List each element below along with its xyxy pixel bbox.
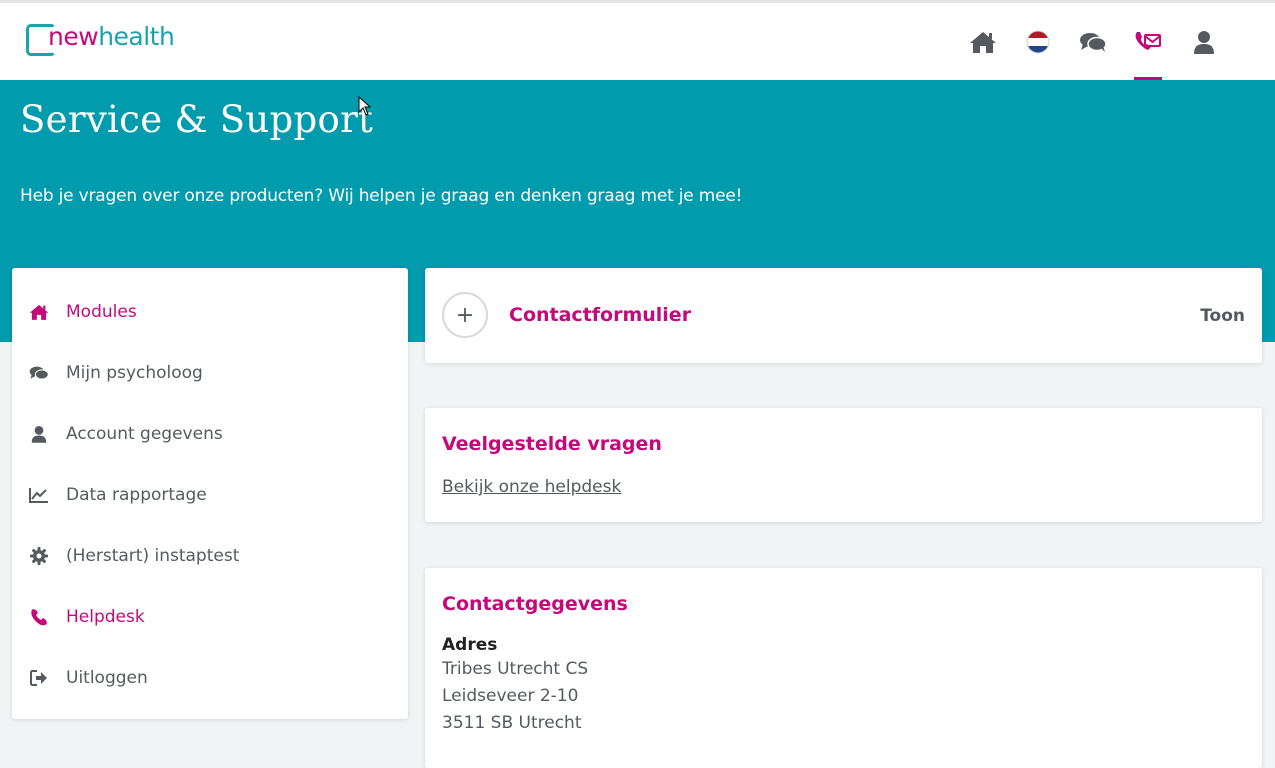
chat-icon[interactable] <box>1065 3 1121 80</box>
contact-form-title: Contactformulier <box>509 304 692 326</box>
contact-details-title: Contactgegevens <box>442 593 628 615</box>
sidebar-item-helpdesk[interactable]: Helpdesk <box>12 586 408 647</box>
page-subtitle: Heb je vragen over onze producten? Wij h… <box>20 186 743 206</box>
top-header: newhealth <box>0 3 1275 80</box>
user-icon <box>29 424 49 444</box>
sidebar-item-modules[interactable]: Modules <box>12 281 408 342</box>
show-toggle[interactable]: Toon <box>1200 306 1245 326</box>
phone-icon <box>29 607 49 627</box>
gear-icon <box>29 546 49 566</box>
logout-icon <box>29 668 49 688</box>
user-icon[interactable] <box>1176 3 1232 80</box>
chat-icon <box>29 363 49 383</box>
line-chart-icon <box>29 485 49 505</box>
sidebar-item-label: Data rapportage <box>66 484 207 505</box>
sidebar-item-label: Helpdesk <box>66 606 145 627</box>
faq-card: Veelgestelde vragen Bekijk onze helpdesk <box>425 408 1262 522</box>
sidebar-item-uitloggen[interactable]: Uitloggen <box>12 647 408 708</box>
sidebar-item-data-rapportage[interactable]: Data rapportage <box>12 464 408 525</box>
faq-title: Veelgestelde vragen <box>442 433 662 455</box>
mouse-cursor-icon <box>358 96 372 116</box>
helpdesk-link[interactable]: Bekijk onze helpdesk <box>442 477 621 497</box>
sidebar-item-account-gegevens[interactable]: Account gegevens <box>12 403 408 464</box>
sidebar-item-label: Mijn psycholoog <box>66 362 203 383</box>
sidebar-item-label: (Herstart) instaptest <box>66 545 240 566</box>
page-title: Service & Support <box>20 98 374 141</box>
logo-wordmark: newhealth <box>48 22 175 51</box>
address-line: Tribes Utrecht CS <box>442 659 589 679</box>
contact-details-card: Contactgegevens Adres Tribes Utrecht CS … <box>425 568 1262 768</box>
header-nav <box>955 3 1275 80</box>
contact-form-card[interactable]: + Contactformulier Toon <box>425 268 1262 363</box>
support-mail-icon[interactable] <box>1120 3 1176 80</box>
sidebar-item-label: Account gegevens <box>66 423 223 444</box>
sidebar-item-herstart-instaptest[interactable]: (Herstart) instaptest <box>12 525 408 586</box>
sidebar-item-label: Uitloggen <box>66 667 148 688</box>
newhealth-logo[interactable]: newhealth <box>26 22 186 62</box>
home-icon <box>29 302 49 322</box>
sidebar-menu: Modules Mijn psycholoog Account gegevens… <box>12 268 408 719</box>
address-label: Adres <box>442 635 498 655</box>
sidebar-item-mijn-psycholoog[interactable]: Mijn psycholoog <box>12 342 408 403</box>
expand-button[interactable]: + <box>442 292 488 338</box>
home-icon[interactable] <box>955 3 1011 80</box>
address-line: 3511 SB Utrecht <box>442 713 582 733</box>
address-line: Leidseveer 2-10 <box>442 686 579 706</box>
sidebar-item-label: Modules <box>66 301 137 322</box>
flag-nl-icon[interactable] <box>1010 3 1066 80</box>
